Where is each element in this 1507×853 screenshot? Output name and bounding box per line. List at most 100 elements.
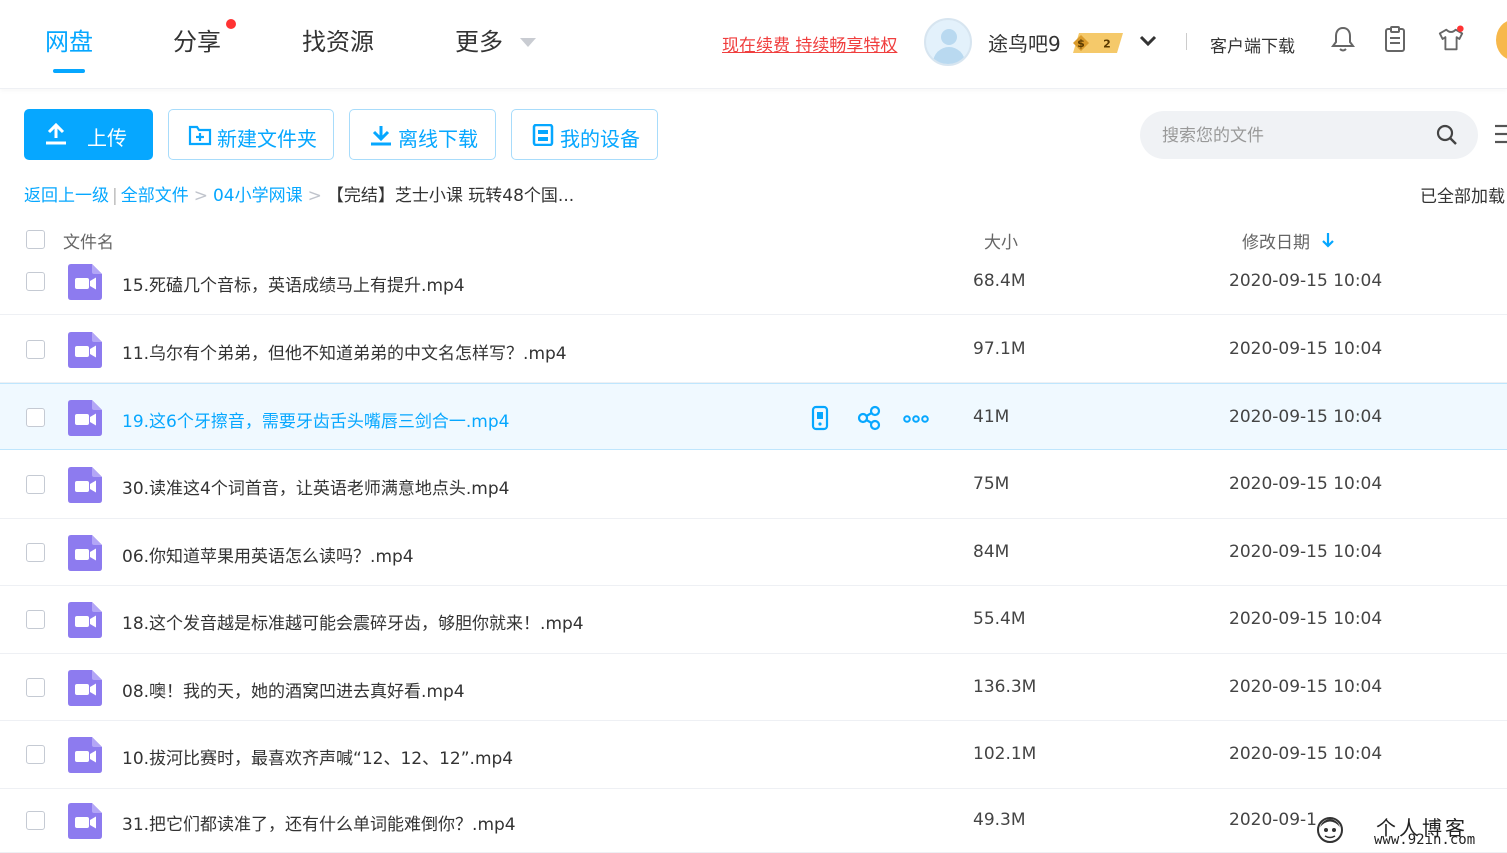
file-modified-date: 2020-09-15 10:04 [1229, 677, 1383, 697]
renew-vip-link[interactable]: 现在续费 持续畅享特权 [722, 31, 897, 56]
file-modified-date: 2020-09-15 10:04 [1229, 542, 1383, 562]
watermark-logo-icon [1317, 817, 1343, 843]
file-modified-date: 2020-09-15 10:04 [1229, 744, 1383, 764]
video-file-icon [68, 737, 102, 773]
video-file-icon [68, 602, 102, 638]
view-menu-icon[interactable] [1493, 123, 1507, 145]
share-icon[interactable] [856, 405, 882, 431]
gold-avatar-icon[interactable] [1496, 20, 1507, 60]
tshirt-icon[interactable] [1437, 25, 1465, 53]
file-modified-date: 2020-09-15 10:04 [1229, 407, 1383, 427]
file-modified-date: 2020-09-15 10:04 [1229, 609, 1383, 629]
video-file-icon [68, 803, 102, 839]
breadcrumb-separator: > [307, 186, 322, 206]
file-size: 41M [973, 407, 1010, 427]
file-size: 102.1M [973, 744, 1037, 764]
avatar[interactable] [924, 18, 972, 66]
new-folder-icon [188, 125, 212, 146]
clipboard-icon[interactable] [1381, 25, 1409, 53]
nav-tab-more[interactable]: 更多 [455, 22, 503, 57]
table-row[interactable]: 31.把它们都读准了，还有什么单词能难倒你？.mp4 49.3M 2020-09-1 [0, 789, 1507, 853]
watermark-url: www.92in.com [1374, 832, 1476, 848]
video-file-icon [68, 264, 102, 300]
device-icon [532, 124, 554, 146]
file-modified-date: 2020-09-15 10:04 [1229, 474, 1383, 494]
select-all-checkbox[interactable] [26, 230, 45, 249]
row-checkbox[interactable] [26, 543, 45, 562]
row-checkbox[interactable] [26, 272, 45, 291]
client-download-link[interactable]: 客户端下载 [1210, 32, 1295, 57]
table-row[interactable]: 30.读准这4个词首音，让英语老师满意地点头.mp4 75M 2020-09-15 … [0, 451, 1507, 519]
breadcrumb-separator: > [193, 186, 208, 206]
watermark: 个人博客 www.92in.com [1316, 810, 1507, 853]
file-name[interactable]: 30.读准这4个词首音，让英语老师满意地点头.mp4 [122, 474, 509, 499]
chevron-down-icon[interactable] [1138, 33, 1158, 49]
table-row[interactable]: 11.乌尔有个弟弟，但他不知道弟弟的中文名怎样写？.mp4 97.1M 2020-0… [0, 316, 1507, 383]
upload-label: 上传 [87, 126, 127, 150]
table-row[interactable]: 15.死磕几个音标，英语成绩马上有提升.mp4 68.4M 2020-09-15 1… [0, 250, 1507, 315]
file-name[interactable]: 11.乌尔有个弟弟，但他不知道弟弟的中文名怎样写？.mp4 [122, 339, 567, 364]
file-size: 68.4M [973, 271, 1026, 291]
sort-down-icon[interactable] [1321, 232, 1335, 248]
offline-download-label: 离线下载 [398, 127, 478, 151]
search-input[interactable] [1160, 111, 1434, 161]
breadcrumb-all-files[interactable]: 全部文件 [121, 186, 189, 206]
breadcrumb: 返回上一级 | 全部文件 >04小学网课 > 【完结】芝士小课 玩转48个国... [24, 181, 574, 206]
file-name[interactable]: 08.噢！我的天，她的酒窝凹进去真好看.mp4 [122, 677, 465, 702]
row-checkbox[interactable] [26, 678, 45, 697]
bell-icon[interactable] [1329, 25, 1357, 53]
my-devices-button[interactable]: 我的设备 [511, 109, 658, 160]
video-file-icon [68, 535, 102, 571]
offline-download-button[interactable]: 离线下载 [349, 109, 496, 160]
search-box [1140, 111, 1478, 161]
more-options-icon[interactable] [903, 405, 929, 431]
row-checkbox[interactable] [26, 340, 45, 359]
my-devices-label: 我的设备 [560, 127, 640, 151]
nav-tab-netdisk[interactable]: 网盘 [45, 22, 93, 57]
breadcrumb-back[interactable]: 返回上一级 [24, 186, 109, 206]
upload-icon [46, 123, 66, 145]
table-row[interactable]: 08.噢！我的天，她的酒窝凹进去真好看.mp4 136.3M 2020-09-15 … [0, 654, 1507, 721]
svip-badge-icon: $ 2 [1073, 33, 1123, 53]
file-size: 55.4M [973, 609, 1026, 629]
username[interactable]: 途鸟吧9 [988, 28, 1061, 57]
avatar-head [941, 29, 957, 45]
file-name[interactable]: 06.你知道苹果用英语怎么读吗？.mp4 [122, 542, 414, 567]
download-icon [371, 126, 391, 146]
new-folder-button[interactable]: 新建文件夹 [168, 109, 334, 160]
avatar-body [933, 47, 965, 64]
video-file-icon [68, 400, 102, 436]
file-name[interactable]: 10.拔河比赛时，最喜欢齐声喊“12、12、12”.mp4 [122, 744, 513, 769]
breadcrumb-folder[interactable]: 04小学网课 [213, 186, 303, 206]
file-name[interactable]: 31.把它们都读准了，还有什么单词能难倒你？.mp4 [122, 810, 516, 835]
table-row[interactable]: 18.这个发音越是标准越可能会震碎牙齿，够胆你就来！.mp4 55.4M 2020-… [0, 586, 1507, 654]
table-row[interactable]: 06.你知道苹果用英语怎么读吗？.mp4 84M 2020-09-15 10:04 [0, 519, 1507, 586]
file-name[interactable]: 19.这6个牙擦音，需要牙齿舌头嘴唇三剑合一.mp4 [122, 407, 509, 432]
row-checkbox[interactable] [26, 475, 45, 494]
row-checkbox[interactable] [26, 745, 45, 764]
video-file-icon [68, 670, 102, 706]
loaded-status: 已全部加载 [1420, 187, 1505, 207]
top-navigation: 网盘 分享 找资源 更多 现在续费 持续畅享特权 途鸟吧9 $ 2 客户端下载 [0, 0, 1507, 89]
nav-tab-find-resources[interactable]: 找资源 [302, 22, 374, 57]
file-name[interactable]: 15.死磕几个音标，英语成绩马上有提升.mp4 [122, 271, 465, 296]
row-checkbox[interactable] [26, 610, 45, 629]
file-modified-date: 2020-09-15 10:04 [1229, 271, 1383, 291]
active-tab-underline [53, 69, 85, 73]
svip-level: 2 [1103, 38, 1111, 51]
file-size: 75M [973, 474, 1010, 494]
svg-text:$: $ [1077, 37, 1085, 50]
breadcrumb-current: 【完结】芝士小课 玩转48个国... [326, 186, 575, 206]
search-icon[interactable] [1436, 124, 1458, 146]
table-row[interactable]: 10.拔河比赛时，最喜欢齐声喊“12、12、12”.mp4 102.1M 2020-… [0, 721, 1507, 789]
nav-tab-share[interactable]: 分享 [173, 22, 221, 57]
chevron-down-icon[interactable] [520, 38, 536, 47]
row-checkbox[interactable] [26, 408, 45, 427]
video-file-icon [68, 332, 102, 368]
phone-icon[interactable] [807, 405, 833, 431]
upload-button[interactable]: 上传 [24, 109, 153, 160]
file-size: 136.3M [973, 677, 1037, 697]
file-name[interactable]: 18.这个发音越是标准越可能会震碎牙齿，够胆你就来！.mp4 [122, 609, 584, 634]
row-checkbox[interactable] [26, 811, 45, 830]
table-row[interactable]: 19.这6个牙擦音，需要牙齿舌头嘴唇三剑合一.mp4 41M 2020-09-15 … [0, 383, 1507, 450]
